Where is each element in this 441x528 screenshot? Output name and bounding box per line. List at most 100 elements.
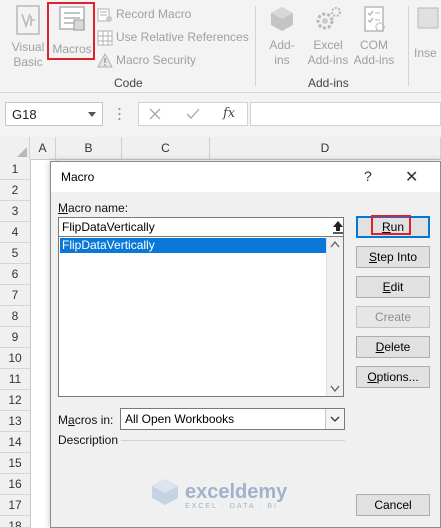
row-header[interactable]: 10 bbox=[0, 348, 30, 369]
collapse-dialog-icon[interactable] bbox=[332, 218, 344, 236]
macros-in-label: Macros in: bbox=[58, 413, 114, 427]
com-addins-label-1: COM bbox=[360, 38, 388, 52]
list-scrollbar[interactable] bbox=[326, 237, 343, 396]
create-button[interactable]: Create bbox=[356, 306, 430, 328]
use-relative-references-button[interactable]: Use Relative References bbox=[97, 27, 249, 47]
row-header[interactable]: 11 bbox=[0, 369, 30, 390]
code-group-label: Code bbox=[114, 76, 143, 90]
edit-button[interactable]: Edit bbox=[356, 276, 430, 298]
select-all-corner[interactable] bbox=[0, 137, 30, 159]
dialog-title-bar: Macro ? ✕ bbox=[51, 162, 440, 192]
addins-group-label: Add-ins bbox=[308, 76, 349, 90]
row-header[interactable]: 3 bbox=[0, 201, 30, 222]
macro-security-label: Macro Security bbox=[116, 53, 197, 67]
formula-input[interactable] bbox=[250, 102, 441, 126]
run-highlight-box bbox=[371, 215, 411, 235]
insert-button[interactable]: Inse bbox=[414, 4, 441, 61]
record-macro-button[interactable]: Record Macro bbox=[97, 4, 191, 24]
cancel-label: Cancel bbox=[374, 498, 412, 512]
options-button[interactable]: Options... bbox=[356, 366, 430, 388]
cancel-button[interactable]: Cancel bbox=[356, 494, 430, 516]
fx-icon[interactable]: fx bbox=[223, 106, 235, 121]
check-icon[interactable] bbox=[186, 108, 200, 120]
record-macro-icon bbox=[97, 8, 112, 22]
step-into-button[interactable]: Step Into bbox=[356, 246, 430, 268]
cancel-x-icon[interactable] bbox=[149, 108, 161, 120]
column-header-c[interactable]: C bbox=[122, 137, 210, 159]
visual-basic-label-1: Visual bbox=[11, 40, 45, 54]
column-header-a[interactable]: A bbox=[30, 137, 56, 159]
edit-label: Edit bbox=[382, 280, 404, 294]
close-button[interactable]: ✕ bbox=[405, 167, 418, 187]
row-header[interactable]: 18 bbox=[0, 516, 30, 528]
com-addins-label-2: Add-ins bbox=[353, 53, 395, 67]
row-header[interactable]: 4 bbox=[0, 222, 30, 243]
addins-label-2: ins bbox=[274, 53, 290, 67]
addins-icon bbox=[271, 7, 293, 31]
ribbon-separator bbox=[255, 6, 256, 86]
macro-dialog: Macro ? ✕ Macro name: FlipDataVertically… bbox=[50, 161, 441, 528]
excel-addins-label-2: Add-ins bbox=[307, 53, 349, 67]
description-label: Description bbox=[58, 433, 119, 447]
com-addins-icon bbox=[364, 6, 385, 32]
ribbon-separator bbox=[408, 6, 409, 86]
chevron-down-icon[interactable] bbox=[325, 409, 344, 429]
options-label: Options... bbox=[367, 370, 419, 384]
visual-basic-button[interactable]: Visual Basic bbox=[6, 4, 50, 70]
delete-label: Delete bbox=[375, 340, 411, 354]
macro-name-input[interactable]: FlipDataVertically bbox=[58, 217, 344, 237]
row-header[interactable]: 8 bbox=[0, 306, 30, 327]
column-headers: A B C D bbox=[0, 137, 441, 160]
visual-basic-label-2: Basic bbox=[13, 55, 43, 69]
macro-security-button[interactable]: Macro Security bbox=[97, 50, 196, 70]
column-header-d[interactable]: D bbox=[210, 137, 441, 159]
step-into-label: Step Into bbox=[368, 250, 418, 264]
macro-list[interactable]: FlipDataVertically bbox=[58, 237, 344, 397]
create-label: Create bbox=[374, 310, 412, 324]
record-macro-label: Record Macro bbox=[116, 7, 192, 21]
delete-button[interactable]: Delete bbox=[356, 336, 430, 358]
row-header[interactable]: 15 bbox=[0, 453, 30, 474]
scroll-down-icon[interactable] bbox=[327, 380, 343, 396]
row-header[interactable]: 1 bbox=[0, 159, 30, 180]
com-addins-button[interactable]: COM Add-ins bbox=[350, 4, 398, 68]
relative-references-icon bbox=[97, 30, 113, 46]
addins-label-1: Add- bbox=[269, 38, 295, 52]
drag-handle-icon[interactable] bbox=[118, 106, 121, 122]
warning-icon bbox=[97, 52, 113, 68]
row-header[interactable]: 12 bbox=[0, 390, 30, 411]
chevron-down-icon bbox=[88, 112, 96, 117]
watermark-name: exceldemy bbox=[185, 481, 288, 503]
insert-control-icon bbox=[417, 7, 439, 29]
row-header[interactable]: 5 bbox=[0, 243, 30, 264]
formula-buttons: fx bbox=[138, 102, 248, 126]
macro-name-label: Macro name: bbox=[58, 201, 129, 215]
name-box[interactable]: G18 bbox=[5, 102, 103, 126]
row-header[interactable]: 16 bbox=[0, 474, 30, 495]
macros-in-select[interactable]: All Open Workbooks bbox=[120, 408, 345, 430]
row-header[interactable]: 17 bbox=[0, 495, 30, 516]
addins-button[interactable]: Add- ins bbox=[262, 4, 302, 68]
excel-addins-button[interactable]: Excel Add-ins bbox=[304, 4, 352, 68]
column-header-b[interactable]: B bbox=[56, 137, 122, 159]
row-header[interactable]: 6 bbox=[0, 264, 30, 285]
row-header[interactable]: 14 bbox=[0, 432, 30, 453]
gear-icon bbox=[316, 7, 341, 30]
macros-in-value: All Open Workbooks bbox=[125, 412, 235, 426]
description-divider bbox=[121, 440, 345, 441]
macros-highlight-box bbox=[47, 2, 95, 60]
row-headers: 1 2 3 4 5 6 7 8 9 10 11 12 13 14 15 16 1… bbox=[0, 159, 31, 528]
row-header[interactable]: 9 bbox=[0, 327, 30, 348]
row-header[interactable]: 13 bbox=[0, 411, 30, 432]
exceldemy-watermark: exceldemy EXCEL · DATA · BI bbox=[149, 477, 287, 510]
row-header[interactable]: 7 bbox=[0, 285, 30, 306]
watermark-tagline: EXCEL · DATA · BI bbox=[185, 503, 278, 510]
scroll-up-icon[interactable] bbox=[327, 237, 343, 253]
excel-addins-label-1: Excel bbox=[313, 38, 343, 52]
help-button[interactable]: ? bbox=[364, 168, 372, 184]
list-item[interactable]: FlipDataVertically bbox=[60, 238, 327, 253]
visual-basic-icon bbox=[16, 5, 40, 35]
row-header[interactable]: 2 bbox=[0, 180, 30, 201]
dialog-title: Macro bbox=[61, 170, 95, 184]
macro-name-value: FlipDataVertically bbox=[62, 220, 155, 234]
